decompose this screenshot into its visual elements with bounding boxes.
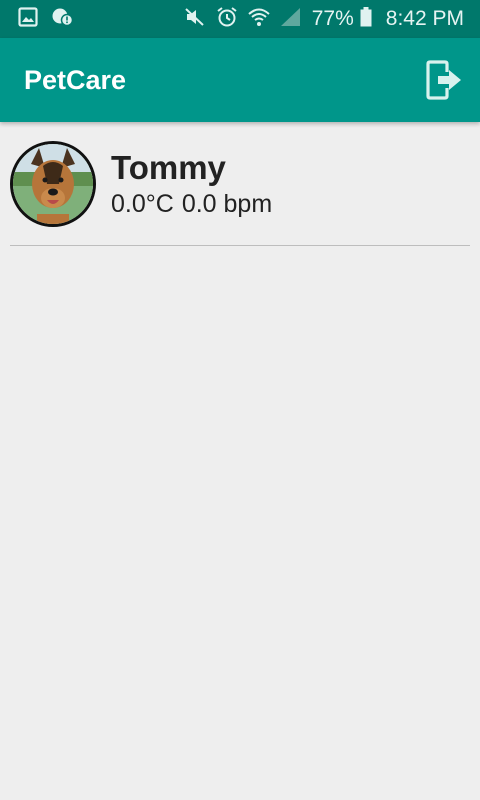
pet-info: Tommy 0.0°C 0.0 bpm — [111, 148, 272, 219]
logout-button[interactable] — [424, 58, 464, 102]
pet-name: Tommy — [111, 149, 226, 186]
app-title: PetCare — [24, 64, 127, 95]
battery-percent: 77% — [311, 7, 354, 30]
pet-list: Tommy 0.0°C 0.0 bpm — [0, 122, 480, 246]
chat-alert-icon — [52, 7, 74, 32]
pet-stats: 0.0°C 0.0 bpm — [111, 190, 272, 219]
status-bar: 77% 8:42 PM — [0, 0, 480, 38]
wifi-icon — [248, 7, 270, 32]
pet-avatar — [10, 140, 96, 227]
pet-heart-rate: 0.0 bpm — [181, 190, 273, 218]
logout-icon — [426, 60, 461, 100]
app-bar: PetCare — [0, 38, 480, 122]
pet-list-item[interactable]: Tommy 0.0°C 0.0 bpm — [10, 122, 470, 246]
battery-icon — [360, 6, 372, 32]
clock: 8:42 PM — [385, 7, 464, 30]
image-icon — [18, 6, 38, 32]
alarm-icon — [216, 6, 238, 33]
signal-icon — [280, 7, 302, 32]
mute-icon — [184, 7, 206, 32]
pet-temperature: 0.0°C — [111, 190, 174, 218]
